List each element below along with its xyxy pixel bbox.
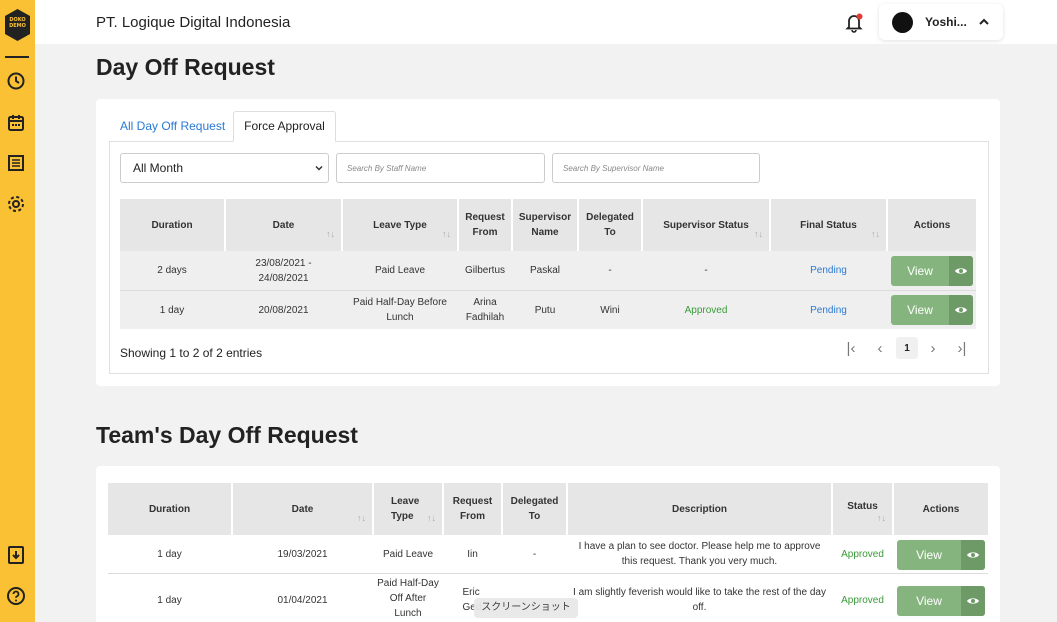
chevron-down-icon [315, 165, 323, 171]
section-title: Team's Day Off Request [96, 422, 358, 448]
col-request-from[interactable]: Request From [444, 483, 501, 535]
clock-icon[interactable] [6, 71, 26, 91]
prev-page-icon[interactable]: ‹ [869, 337, 891, 359]
cell-duration: 1 day [157, 594, 182, 606]
company-name: PT. Logique Digital Indonesia [96, 14, 291, 31]
view-button[interactable]: View [897, 540, 985, 570]
cell-request-from: Arina Fadhilah [465, 297, 505, 323]
cell-supervisor-status: - [704, 265, 708, 276]
col-actions: Actions [888, 199, 976, 251]
col-actions: Actions [894, 483, 988, 535]
avatar [892, 12, 913, 33]
sidebar-divider [5, 56, 29, 58]
cell-request-from: Iin [467, 548, 478, 560]
cell-final-status: Pending [810, 265, 847, 276]
col-duration[interactable]: Duration [120, 199, 224, 251]
cell-final-status: Pending [810, 304, 847, 316]
col-request-from[interactable]: Request From [459, 199, 511, 251]
tab-all-day-off-request[interactable]: All Day Off Request [120, 119, 225, 133]
next-page-icon[interactable]: › [922, 337, 944, 359]
cell-supervisor: Paskal [529, 265, 560, 276]
eye-icon [949, 256, 973, 286]
download-icon[interactable] [6, 545, 26, 565]
view-button[interactable]: View [891, 295, 973, 325]
col-date[interactable]: Date ↑↓ [233, 483, 372, 535]
cell-status: Approved [841, 548, 884, 560]
col-supervisor-name[interactable]: Supervisor Name [513, 199, 577, 251]
help-icon[interactable] [6, 586, 26, 606]
month-select-value: All Month [133, 161, 184, 175]
last-page-icon[interactable]: ›| [951, 337, 973, 359]
calendar-icon[interactable] [6, 113, 26, 133]
cell-duration: 1 day [159, 304, 185, 316]
app-logo[interactable]: DOKO DEMO [4, 8, 31, 42]
supervisor-search-input[interactable]: Search By Supervisor Name [552, 153, 760, 183]
entries-info: Showing 1 to 2 of 2 entries [120, 346, 263, 360]
col-delegated-to[interactable]: Delegated To [579, 199, 641, 251]
cell-description: I have a plan to see doctor. Please help… [578, 541, 821, 567]
col-supervisor-status[interactable]: Supervisor Status ↑↓ [643, 199, 769, 251]
col-delegated-to[interactable]: Delegated To [503, 483, 566, 535]
cell-delegated: - [532, 548, 537, 560]
staff-search-input[interactable]: Search By Staff Name [336, 153, 545, 183]
col-description: Description [568, 483, 831, 535]
cell-description: I am slightly feverish would like to tak… [573, 587, 826, 613]
sidebar: DOKO DEMO [0, 0, 35, 622]
page-title: Day Off Request [96, 54, 275, 80]
view-button[interactable]: View [897, 586, 985, 616]
cell-date: 01/04/2021 [277, 594, 328, 606]
cell-leave-type: Paid Half-Day Off After Lunch [377, 578, 439, 619]
chevron-up-icon [979, 18, 989, 25]
cell-leave-type: Paid Leave [382, 548, 434, 560]
cell-delegated: - [608, 265, 612, 276]
col-leave-type[interactable]: Leave Type ↑↓ [374, 483, 442, 535]
cell-request-from: Gilbertus [464, 265, 505, 276]
col-date[interactable]: Date ↑↓ [226, 199, 341, 251]
col-final-status[interactable]: Final Status ↑↓ [771, 199, 886, 251]
cell-date: 20/08/2021 [258, 304, 309, 316]
top-bar: PT. Logique Digital Indonesia Yoshi... [35, 0, 1057, 44]
cell-supervisor-status: Approved [684, 304, 728, 316]
eye-icon [961, 586, 985, 616]
user-name: Yoshi... [925, 15, 967, 29]
cell-leave-type: Paid Half-Day Before Lunch [353, 297, 447, 323]
col-duration[interactable]: Duration [108, 483, 231, 535]
eye-icon [961, 540, 985, 570]
cell-leave-type: Paid Leave [374, 265, 426, 276]
user-menu[interactable]: Yoshi... [879, 4, 1003, 40]
cell-date: 23/08/2021 - 24/08/2021 [255, 257, 312, 284]
screenshot-label: スクリーンショット [474, 598, 578, 618]
view-button[interactable]: View [891, 256, 973, 286]
list-icon[interactable] [6, 153, 26, 173]
first-page-icon[interactable]: |‹ [840, 337, 862, 359]
row-divider [108, 573, 988, 574]
month-select[interactable]: All Month [120, 153, 329, 183]
eye-icon [949, 295, 973, 325]
page-number[interactable]: 1 [896, 337, 918, 359]
cell-delegated: Wini [600, 304, 620, 316]
col-leave-type[interactable]: Leave Type ↑↓ [343, 199, 457, 251]
cell-duration: 2 days [157, 265, 187, 276]
col-status[interactable]: Status ↑↓ [833, 483, 892, 535]
bell-icon[interactable] [843, 11, 865, 33]
tab-force-approval[interactable]: Force Approval [233, 111, 336, 142]
logo-text: DOKO DEMO [9, 17, 26, 29]
cell-supervisor: Putu [534, 304, 556, 316]
cell-duration: 1 day [157, 548, 182, 560]
gear-icon[interactable] [6, 194, 26, 214]
cell-date: 19/03/2021 [277, 548, 328, 560]
cell-status: Approved [841, 594, 884, 606]
